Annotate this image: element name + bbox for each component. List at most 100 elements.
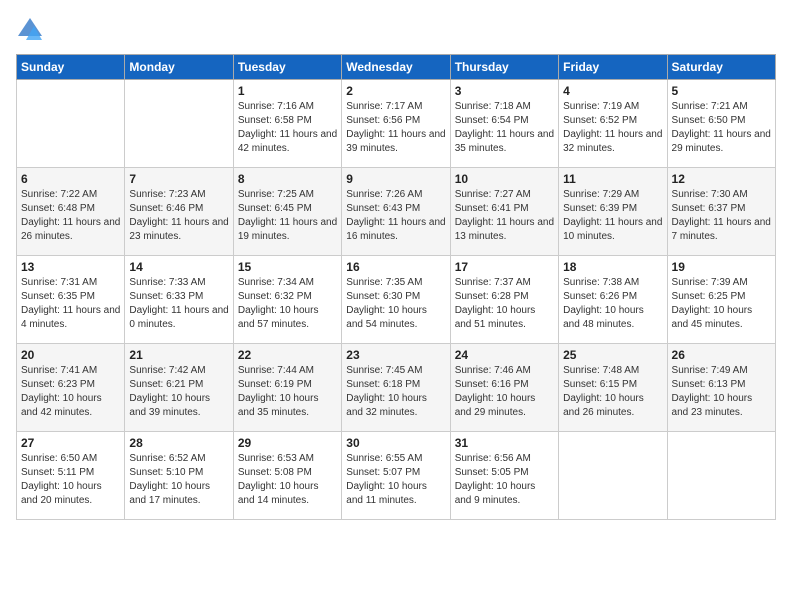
day-number: 10 xyxy=(455,172,554,186)
day-info: Sunrise: 7:25 AM Sunset: 6:45 PM Dayligh… xyxy=(238,188,337,244)
col-monday: Monday xyxy=(125,55,233,80)
day-number: 17 xyxy=(455,260,554,274)
calendar-cell: 28Sunrise: 6:52 AM Sunset: 5:10 PM Dayli… xyxy=(125,432,233,520)
calendar-cell: 19 Sunrise: 7:39 AM Sunset: 6:25 PM Dayli… xyxy=(667,256,775,344)
day-info: Sunrise: 7:37 AM Sunset: 6:28 PM Dayligh… xyxy=(455,276,554,332)
day-info: Sunrise: 6:55 AM Sunset: 5:07 PM Dayligh… xyxy=(346,452,445,508)
col-saturday: Saturday xyxy=(667,55,775,80)
day-number: 9 xyxy=(346,172,445,186)
calendar-cell: 24 Sunrise: 7:46 AM Sunset: 6:16 PM Dayli… xyxy=(450,344,558,432)
calendar-cell: 9Sunrise: 7:26 AM Sunset: 6:43 PM Daylig… xyxy=(342,168,450,256)
day-info: Sunrise: 7:34 AM Sunset: 6:32 PM Dayligh… xyxy=(238,276,337,332)
calendar-cell: 20 Sunrise: 7:41 AM Sunset: 6:23 PM Dayli… xyxy=(17,344,125,432)
day-number: 30 xyxy=(346,436,445,450)
day-info: Sunrise: 7:35 AM Sunset: 6:30 PM Dayligh… xyxy=(346,276,445,332)
calendar-cell: 29 Sunrise: 6:53 AM Sunset: 5:08 PM Dayli… xyxy=(233,432,341,520)
day-number: 25 xyxy=(563,348,662,362)
calendar-cell xyxy=(17,80,125,168)
day-info: Sunrise: 7:41 AM Sunset: 6:23 PM Dayligh… xyxy=(21,364,120,420)
day-info: Sunrise: 6:56 AM Sunset: 5:05 PM Dayligh… xyxy=(455,452,554,508)
calendar-cell: 16 Sunrise: 7:35 AM Sunset: 6:30 PM Dayli… xyxy=(342,256,450,344)
calendar-row-1: 1 Sunrise: 7:16 AM Sunset: 6:58 PM Daylig… xyxy=(17,80,776,168)
day-number: 20 xyxy=(21,348,120,362)
col-sunday: Sunday xyxy=(17,55,125,80)
day-info: Sunrise: 6:50 AM Sunset: 5:11 PM Dayligh… xyxy=(21,452,120,508)
day-info: Sunrise: 7:19 AM Sunset: 6:52 PM Dayligh… xyxy=(563,100,662,156)
day-number: 2 xyxy=(346,84,445,98)
day-info: Sunrise: 7:45 AM Sunset: 6:18 PM Dayligh… xyxy=(346,364,445,420)
calendar-cell: 3 Sunrise: 7:18 AM Sunset: 6:54 PM Daylig… xyxy=(450,80,558,168)
day-number: 6 xyxy=(21,172,120,186)
day-number: 14 xyxy=(129,260,228,274)
calendar-cell: 25Sunrise: 7:48 AM Sunset: 6:15 PM Dayli… xyxy=(559,344,667,432)
day-number: 13 xyxy=(21,260,120,274)
day-info: Sunrise: 7:27 AM Sunset: 6:41 PM Dayligh… xyxy=(455,188,554,244)
day-info: Sunrise: 6:52 AM Sunset: 5:10 PM Dayligh… xyxy=(129,452,228,508)
day-info: Sunrise: 7:30 AM Sunset: 6:37 PM Dayligh… xyxy=(672,188,771,244)
calendar-table: Sunday Monday Tuesday Wednesday Thursday… xyxy=(16,54,776,520)
calendar-cell: 27Sunrise: 6:50 AM Sunset: 5:11 PM Dayli… xyxy=(17,432,125,520)
calendar-cell: 11 Sunrise: 7:29 AM Sunset: 6:39 PM Dayli… xyxy=(559,168,667,256)
day-info: Sunrise: 7:22 AM Sunset: 6:48 PM Dayligh… xyxy=(21,188,120,244)
day-number: 22 xyxy=(238,348,337,362)
day-number: 29 xyxy=(238,436,337,450)
calendar-header-row: Sunday Monday Tuesday Wednesday Thursday… xyxy=(17,55,776,80)
calendar-cell: 7 Sunrise: 7:23 AM Sunset: 6:46 PM Daylig… xyxy=(125,168,233,256)
day-info: Sunrise: 7:38 AM Sunset: 6:26 PM Dayligh… xyxy=(563,276,662,332)
day-number: 24 xyxy=(455,348,554,362)
day-number: 3 xyxy=(455,84,554,98)
calendar-cell: 6 Sunrise: 7:22 AM Sunset: 6:48 PM Daylig… xyxy=(17,168,125,256)
day-number: 18 xyxy=(563,260,662,274)
day-info: Sunrise: 7:16 AM Sunset: 6:58 PM Dayligh… xyxy=(238,100,337,156)
page-header xyxy=(16,16,776,44)
day-number: 15 xyxy=(238,260,337,274)
logo-icon xyxy=(16,16,44,44)
day-info: Sunrise: 6:53 AM Sunset: 5:08 PM Dayligh… xyxy=(238,452,337,508)
calendar-cell: 31 Sunrise: 6:56 AM Sunset: 5:05 PM Dayli… xyxy=(450,432,558,520)
col-tuesday: Tuesday xyxy=(233,55,341,80)
day-info: Sunrise: 7:49 AM Sunset: 6:13 PM Dayligh… xyxy=(672,364,771,420)
calendar-cell: 30 Sunrise: 6:55 AM Sunset: 5:07 PM Dayli… xyxy=(342,432,450,520)
col-thursday: Thursday xyxy=(450,55,558,80)
day-number: 7 xyxy=(129,172,228,186)
calendar-cell xyxy=(559,432,667,520)
logo xyxy=(16,16,48,44)
col-wednesday: Wednesday xyxy=(342,55,450,80)
day-number: 1 xyxy=(238,84,337,98)
day-info: Sunrise: 7:39 AM Sunset: 6:25 PM Dayligh… xyxy=(672,276,771,332)
calendar-row-3: 13Sunrise: 7:31 AM Sunset: 6:35 PM Dayli… xyxy=(17,256,776,344)
day-number: 12 xyxy=(672,172,771,186)
day-info: Sunrise: 7:44 AM Sunset: 6:19 PM Dayligh… xyxy=(238,364,337,420)
day-number: 31 xyxy=(455,436,554,450)
calendar-cell: 22 Sunrise: 7:44 AM Sunset: 6:19 PM Dayli… xyxy=(233,344,341,432)
day-number: 4 xyxy=(563,84,662,98)
day-info: Sunrise: 7:23 AM Sunset: 6:46 PM Dayligh… xyxy=(129,188,228,244)
calendar-cell: 13Sunrise: 7:31 AM Sunset: 6:35 PM Dayli… xyxy=(17,256,125,344)
day-number: 19 xyxy=(672,260,771,274)
calendar-row-4: 20 Sunrise: 7:41 AM Sunset: 6:23 PM Dayli… xyxy=(17,344,776,432)
calendar-row-5: 27Sunrise: 6:50 AM Sunset: 5:11 PM Dayli… xyxy=(17,432,776,520)
day-number: 16 xyxy=(346,260,445,274)
day-number: 11 xyxy=(563,172,662,186)
day-number: 23 xyxy=(346,348,445,362)
calendar-cell xyxy=(667,432,775,520)
calendar-cell: 10 Sunrise: 7:27 AM Sunset: 6:41 PM Dayli… xyxy=(450,168,558,256)
day-info: Sunrise: 7:29 AM Sunset: 6:39 PM Dayligh… xyxy=(563,188,662,244)
calendar-cell: 23 Sunrise: 7:45 AM Sunset: 6:18 PM Dayli… xyxy=(342,344,450,432)
calendar-cell: 8 Sunrise: 7:25 AM Sunset: 6:45 PM Daylig… xyxy=(233,168,341,256)
calendar-cell: 15 Sunrise: 7:34 AM Sunset: 6:32 PM Dayli… xyxy=(233,256,341,344)
day-info: Sunrise: 7:46 AM Sunset: 6:16 PM Dayligh… xyxy=(455,364,554,420)
day-number: 8 xyxy=(238,172,337,186)
day-info: Sunrise: 7:21 AM Sunset: 6:50 PM Dayligh… xyxy=(672,100,771,156)
calendar-cell: 21Sunrise: 7:42 AM Sunset: 6:21 PM Dayli… xyxy=(125,344,233,432)
calendar-cell: 12 Sunrise: 7:30 AM Sunset: 6:37 PM Dayli… xyxy=(667,168,775,256)
calendar-cell: 2 Sunrise: 7:17 AM Sunset: 6:56 PM Daylig… xyxy=(342,80,450,168)
day-info: Sunrise: 7:17 AM Sunset: 6:56 PM Dayligh… xyxy=(346,100,445,156)
day-info: Sunrise: 7:33 AM Sunset: 6:33 PM Dayligh… xyxy=(129,276,228,332)
calendar-cell: 14 Sunrise: 7:33 AM Sunset: 6:33 PM Dayli… xyxy=(125,256,233,344)
day-info: Sunrise: 7:18 AM Sunset: 6:54 PM Dayligh… xyxy=(455,100,554,156)
calendar-cell: 1 Sunrise: 7:16 AM Sunset: 6:58 PM Daylig… xyxy=(233,80,341,168)
calendar-cell: 26Sunrise: 7:49 AM Sunset: 6:13 PM Dayli… xyxy=(667,344,775,432)
calendar-cell xyxy=(125,80,233,168)
calendar-cell: 17 Sunrise: 7:37 AM Sunset: 6:28 PM Dayli… xyxy=(450,256,558,344)
